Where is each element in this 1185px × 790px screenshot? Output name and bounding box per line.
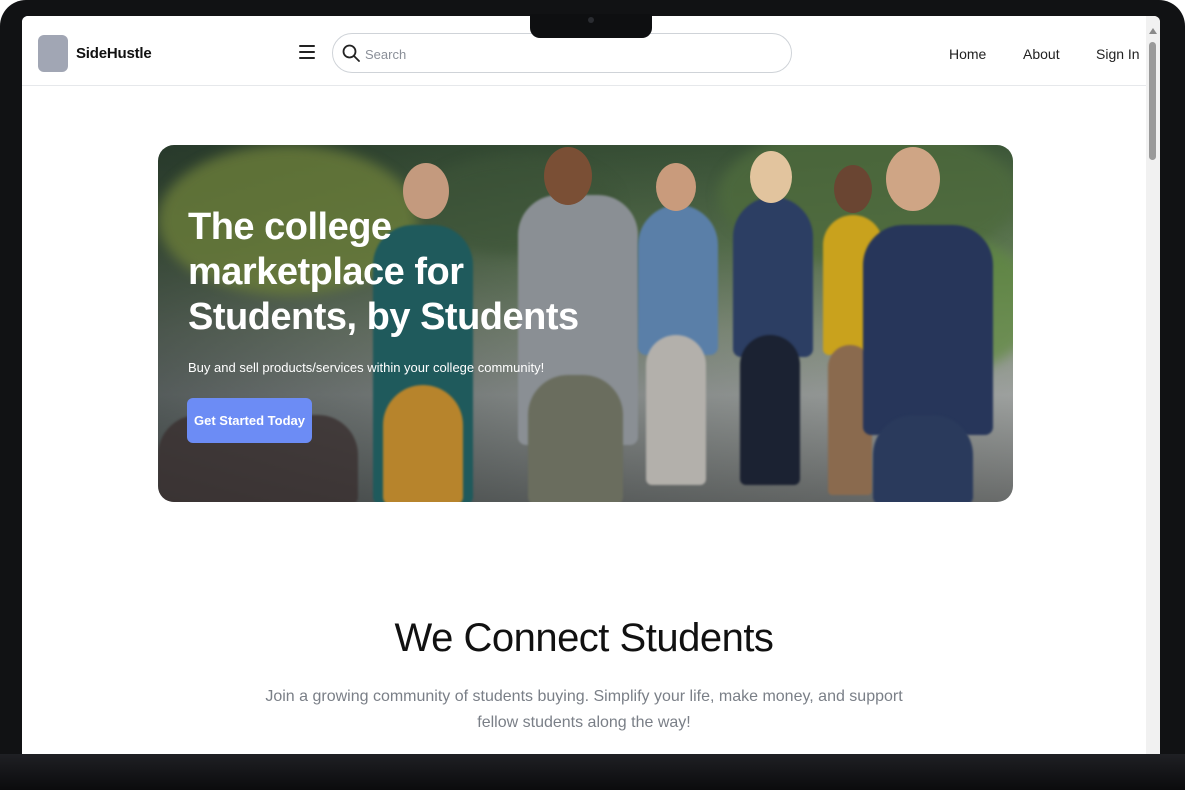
- camera-icon: [588, 17, 594, 23]
- section-title: We Connect Students: [394, 616, 774, 660]
- browser-viewport: SideHustle Home About Sign In: [22, 16, 1160, 754]
- search-icon: [342, 44, 360, 62]
- camera-notch: [530, 14, 652, 38]
- hero-title: The college marketplace for Students, by…: [188, 206, 579, 338]
- brand-name[interactable]: SideHustle: [76, 45, 152, 62]
- nav-sign-in-link[interactable]: Sign In: [1096, 46, 1140, 62]
- logo-image[interactable]: [38, 35, 68, 72]
- get-started-button[interactable]: Get Started Today: [187, 398, 312, 443]
- laptop-base: [0, 754, 1185, 790]
- nav-home-link[interactable]: Home: [949, 46, 986, 62]
- page-scrollbar[interactable]: [1146, 16, 1160, 754]
- search-input[interactable]: [363, 42, 777, 66]
- search-bar[interactable]: [332, 33, 792, 73]
- hero-banner: The college marketplace for Students, by…: [158, 145, 1013, 502]
- nav-about-link[interactable]: About: [1023, 46, 1060, 62]
- hero-subtitle: Buy and sell products/services within yo…: [188, 360, 545, 375]
- scroll-thumb[interactable]: [1149, 42, 1156, 160]
- menu-icon[interactable]: [299, 45, 315, 59]
- section-description: Join a growing community of students buy…: [265, 688, 903, 731]
- scroll-up-arrow-icon[interactable]: [1149, 28, 1157, 34]
